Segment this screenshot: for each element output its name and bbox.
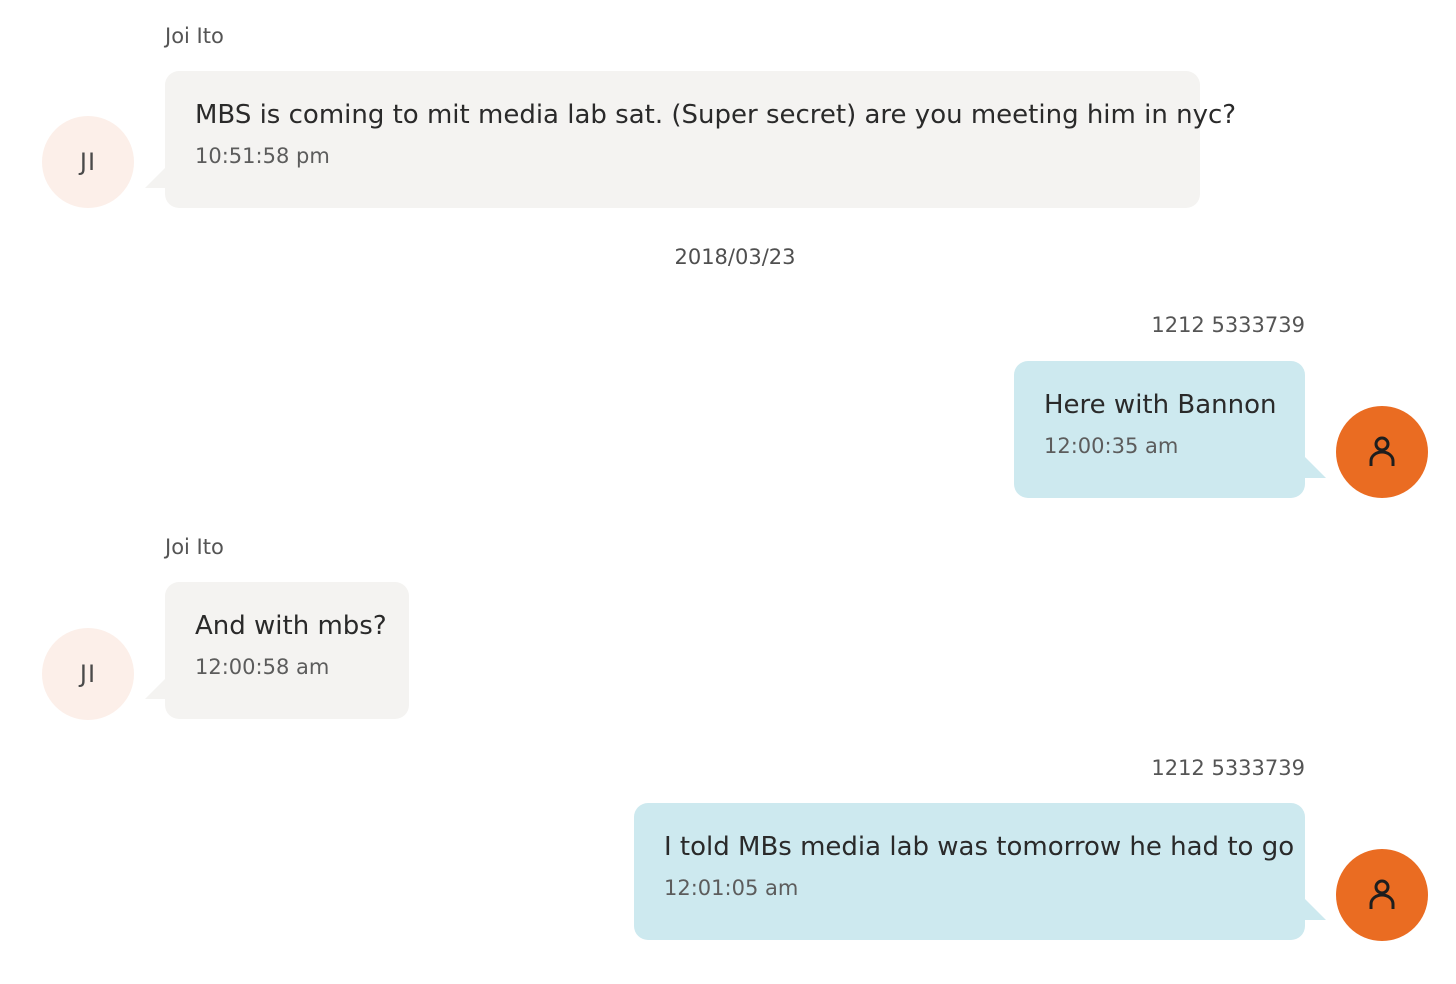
avatar[interactable] bbox=[1336, 406, 1428, 498]
message-text: MBS is coming to mit media lab sat. (Sup… bbox=[195, 100, 1237, 130]
person-icon bbox=[1369, 436, 1395, 466]
sender-number: 1212 5333739 bbox=[1151, 313, 1305, 337]
sender-name: Joi Ito bbox=[165, 24, 224, 48]
avatar[interactable]: JI bbox=[42, 116, 134, 208]
bubble-tail bbox=[145, 166, 167, 188]
message-bubble[interactable]: Here with Bannon 12:00:35 am bbox=[1014, 361, 1305, 498]
bubble-tail bbox=[1304, 456, 1326, 478]
message-text: And with mbs? bbox=[195, 611, 387, 641]
avatar[interactable]: JI bbox=[42, 628, 134, 720]
date-separator: 2018/03/23 bbox=[674, 245, 796, 269]
avatar[interactable] bbox=[1336, 849, 1428, 941]
message-text: Here with Bannon bbox=[1044, 390, 1277, 420]
message-timestamp: 12:01:05 am bbox=[664, 876, 799, 900]
message-bubble[interactable]: MBS is coming to mit media lab sat. (Sup… bbox=[165, 71, 1237, 208]
message-bubble[interactable]: I told MBs media lab was tomorrow he had… bbox=[634, 803, 1305, 940]
sender-number: 1212 5333739 bbox=[1151, 756, 1305, 780]
sender-name: Joi Ito bbox=[165, 535, 224, 559]
message-timestamp: 12:00:58 am bbox=[195, 655, 330, 679]
message-timestamp: 10:51:58 pm bbox=[195, 144, 330, 168]
message-text: I told MBs media lab was tomorrow he had… bbox=[664, 832, 1295, 862]
message-bubble[interactable]: And with mbs? 12:00:58 am bbox=[165, 582, 409, 719]
person-icon bbox=[1369, 879, 1395, 909]
bubble-tail bbox=[1304, 898, 1326, 920]
bubble-tail bbox=[145, 677, 167, 699]
message-timestamp: 12:00:35 am bbox=[1044, 434, 1179, 458]
